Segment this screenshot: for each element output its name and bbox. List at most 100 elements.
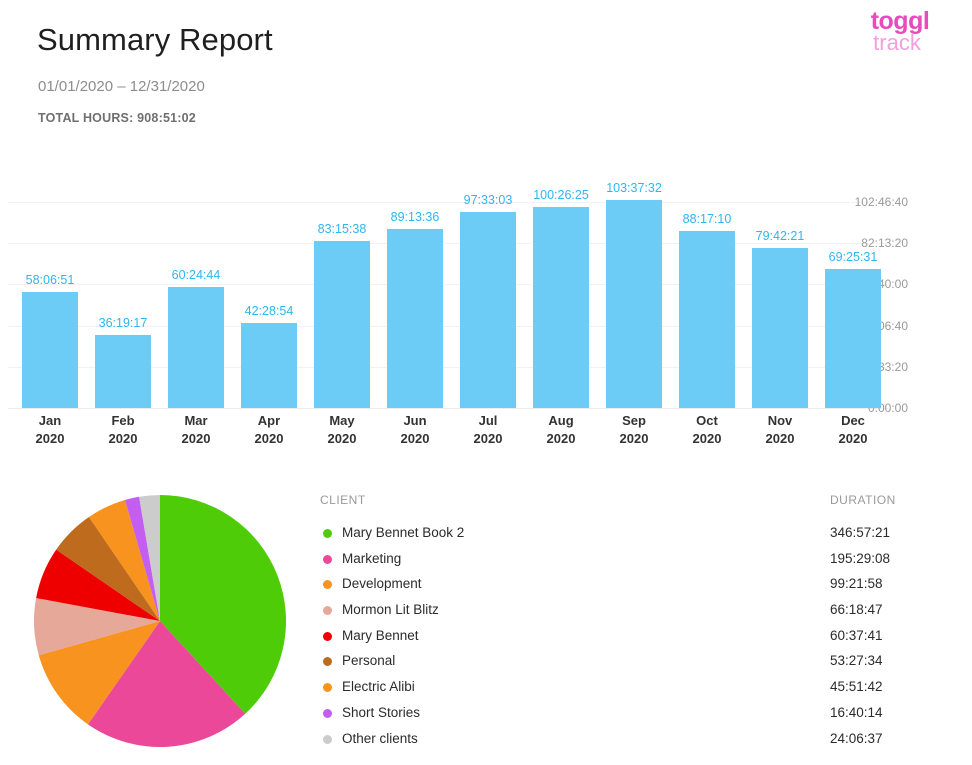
bar[interactable]: [533, 206, 589, 408]
bar-value-label: 97:33:03: [463, 193, 513, 208]
bar-value-label: 89:13:36: [390, 210, 440, 225]
toggl-track-logo: toggl track: [844, 8, 956, 58]
legend-client-name: Mormon Lit Blitz: [342, 602, 439, 618]
bar-group[interactable]: 88:17:10 Oct 2020: [679, 150, 735, 450]
bar-group[interactable]: 69:25:31 Dec 2020: [825, 150, 881, 450]
bar-year-label: 2020: [546, 431, 576, 446]
legend-row[interactable]: Marketing 195:29:08: [320, 548, 940, 574]
bar-year-label: 2020: [473, 431, 503, 446]
legend-duration-value: 346:57:21: [830, 525, 891, 540]
bar-group[interactable]: 60:24:44 Mar 2020: [168, 150, 224, 450]
bar[interactable]: [825, 268, 881, 408]
date-range-label: 01/01/2020 – 12/31/2020: [38, 78, 205, 95]
legend-color-dot-icon: [323, 606, 332, 616]
bar-group[interactable]: 36:19:17 Feb 2020: [95, 150, 151, 450]
legend-color-dot-icon: [323, 580, 332, 590]
legend-client-name: Electric Alibi: [342, 679, 415, 695]
bar-month-label: Oct: [696, 413, 718, 428]
x-axis-tick-label: Mar 2020: [158, 412, 234, 448]
legend-color-dot-icon: [323, 631, 332, 641]
bar-group[interactable]: 58:06:51 Jan 2020: [22, 150, 78, 450]
legend-duration-value: 24:06:37: [830, 730, 883, 746]
bar-value-label: 42:28:54: [244, 303, 294, 318]
column-header-client: CLIENT: [320, 493, 366, 507]
legend-client-name: Development: [342, 576, 422, 592]
bar-year-label: 2020: [619, 431, 649, 446]
legend-color-dot-icon: [323, 657, 332, 667]
legend-duration-value: 53:27:34: [830, 653, 883, 669]
bar[interactable]: [387, 229, 443, 408]
x-axis-tick-label: May 2020: [304, 412, 380, 448]
legend-color-dot-icon: [323, 683, 332, 693]
bar[interactable]: [460, 212, 516, 408]
bar-year-label: 2020: [692, 431, 722, 446]
x-axis-tick-label: Jun 2020: [377, 412, 453, 448]
x-axis-tick-label: Aug 2020: [523, 412, 599, 448]
bar[interactable]: [606, 200, 662, 408]
bar-group[interactable]: 79:42:21 Nov 2020: [752, 150, 808, 450]
bar-month-label: Feb: [111, 413, 135, 428]
bar-group[interactable]: 89:13:36 Jun 2020: [387, 150, 443, 450]
legend-row[interactable]: Mary Bennet 60:37:41: [320, 625, 940, 651]
bar-year-label: 2020: [838, 431, 868, 446]
x-axis-tick-label: Nov 2020: [742, 412, 818, 448]
legend-color-dot-icon: [323, 554, 332, 564]
legend-header-row: CLIENT DURATION: [320, 492, 940, 522]
bar[interactable]: [314, 241, 370, 408]
bar[interactable]: [679, 231, 735, 408]
bar-value-label: 69:25:31: [828, 249, 878, 264]
page-title: Summary Report: [37, 22, 273, 57]
legend-row[interactable]: Other clients 24:06:37: [320, 728, 940, 754]
bar-year-label: 2020: [400, 431, 430, 446]
legend-color-dot-icon: [323, 529, 332, 538]
bar-group[interactable]: 103:37:32 Sep 2020: [606, 150, 662, 450]
legend-color-dot-icon: [323, 734, 332, 744]
legend-row[interactable]: Electric Alibi 45:51:42: [320, 676, 940, 702]
bar-year-label: 2020: [254, 431, 284, 446]
x-axis-tick-label: Sep 2020: [596, 412, 672, 448]
bar-year-label: 2020: [327, 431, 357, 446]
bar-group[interactable]: 100:26:25 Aug 2020: [533, 150, 589, 450]
legend-row[interactable]: Mormon Lit Blitz 66:18:47: [320, 599, 940, 625]
x-axis-tick-label: Oct 2020: [669, 412, 745, 448]
bar-month-label: Nov: [767, 413, 793, 428]
monthly-hours-bar-chart: 102:46:40 82:13:20 61:40:00 41:06:40 20:33:2…: [0, 150, 972, 450]
bar[interactable]: [241, 322, 297, 408]
bar-month-label: Jun: [403, 413, 427, 428]
bar-value-label: 36:19:17: [98, 316, 148, 331]
logo-wordmark-track: track: [873, 30, 921, 55]
legend-row[interactable]: Development 99:21:58: [320, 573, 940, 599]
legend-duration-value: 66:18:47: [830, 602, 883, 618]
bar[interactable]: [752, 248, 808, 408]
bar[interactable]: [95, 335, 151, 408]
x-axis-tick-label: Jan 2020: [12, 412, 88, 448]
bar-value-label: 88:17:10: [682, 212, 732, 227]
legend-duration-value: 99:21:58: [830, 576, 883, 592]
legend-client-name: Mary Bennet: [342, 627, 419, 643]
legend-duration-value: 60:37:41: [830, 627, 883, 643]
bar-group[interactable]: 42:28:54 Apr 2020: [241, 150, 297, 450]
legend-row[interactable]: Personal 53:27:34: [320, 650, 940, 676]
bar-month-label: Jan: [38, 413, 62, 428]
bar[interactable]: [168, 286, 224, 408]
bar-group[interactable]: 97:33:03 Jul 2020: [460, 150, 516, 450]
legend-duration-value: 195:29:08: [830, 550, 891, 566]
column-header-duration: DURATION: [830, 493, 896, 507]
x-axis-tick-label: Apr 2020: [231, 412, 307, 448]
bar-year-label: 2020: [35, 431, 65, 446]
legend-client-name: Other clients: [342, 730, 418, 746]
bar-year-label: 2020: [765, 431, 795, 446]
bar-value-label: 103:37:32: [606, 181, 662, 196]
legend-row[interactable]: Mary Bennet Book 2 346:57:21: [320, 522, 940, 548]
bar-month-label: Sep: [622, 413, 646, 428]
bar-group[interactable]: 83:15:38 May 2020: [314, 150, 370, 450]
bar-month-label: Jul: [478, 413, 498, 428]
legend-client-name: Personal: [342, 653, 396, 669]
client-distribution-pie-chart: [34, 495, 286, 747]
bar[interactable]: [22, 291, 78, 408]
bar-value-label: 60:24:44: [171, 267, 221, 282]
legend-duration-value: 16:40:14: [830, 704, 883, 720]
x-axis-tick-label: Jul 2020: [450, 412, 526, 448]
legend-row[interactable]: Short Stories 16:40:14: [320, 702, 940, 728]
bar-value-label: 83:15:38: [317, 222, 367, 237]
